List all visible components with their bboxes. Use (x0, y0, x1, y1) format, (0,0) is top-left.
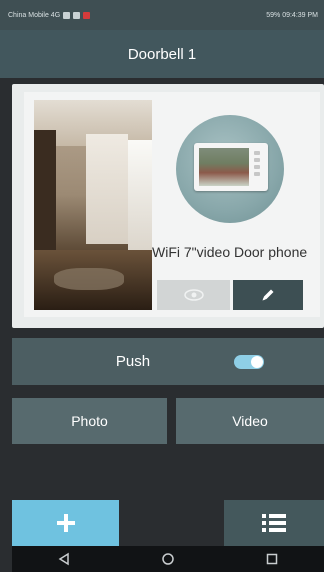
photo-button[interactable]: Photo (12, 398, 167, 444)
eye-icon (183, 289, 204, 301)
push-label: Push (115, 353, 151, 370)
room-window (128, 140, 152, 250)
room-doorway (86, 134, 128, 244)
monitor-image (194, 143, 268, 191)
notification-icon (73, 11, 81, 19)
carrier-label: China Mobile 4G (8, 11, 61, 19)
plus-icon (56, 514, 75, 532)
list-icon (262, 514, 286, 532)
edit-button[interactable] (233, 280, 303, 310)
notification-icon (63, 11, 71, 19)
status-bar: China Mobile 4G 59% 09:4:39 PM (0, 0, 324, 30)
push-toggle[interactable] (234, 355, 264, 369)
pencil-icon (262, 289, 274, 301)
toggle-knob (251, 356, 263, 368)
room-photo (34, 100, 152, 310)
room-rug (54, 268, 124, 290)
back-triangle-icon[interactable] (57, 552, 71, 566)
preview-button[interactable] (157, 280, 230, 310)
monitor-buttons (254, 151, 262, 183)
device-name: WiFi 7"video Door phone (152, 244, 308, 260)
system-nav-bar (12, 546, 324, 572)
notification-icon (83, 11, 91, 19)
status-left: China Mobile 4G (8, 11, 91, 19)
page-title: Doorbell 1 (127, 45, 197, 63)
add-device-button[interactable] (12, 500, 119, 546)
recents-square-icon[interactable] (265, 552, 279, 566)
push-row: Push (12, 338, 324, 385)
monitor-screen (199, 148, 249, 186)
home-circle-icon[interactable] (161, 552, 175, 566)
menu-button[interactable] (224, 500, 324, 546)
video-button[interactable]: Video (176, 398, 324, 444)
battery-time-label: 59% 09:4:39 PM (266, 11, 318, 19)
room-wall (34, 130, 56, 270)
title-bar: Doorbell 1 (0, 30, 324, 78)
